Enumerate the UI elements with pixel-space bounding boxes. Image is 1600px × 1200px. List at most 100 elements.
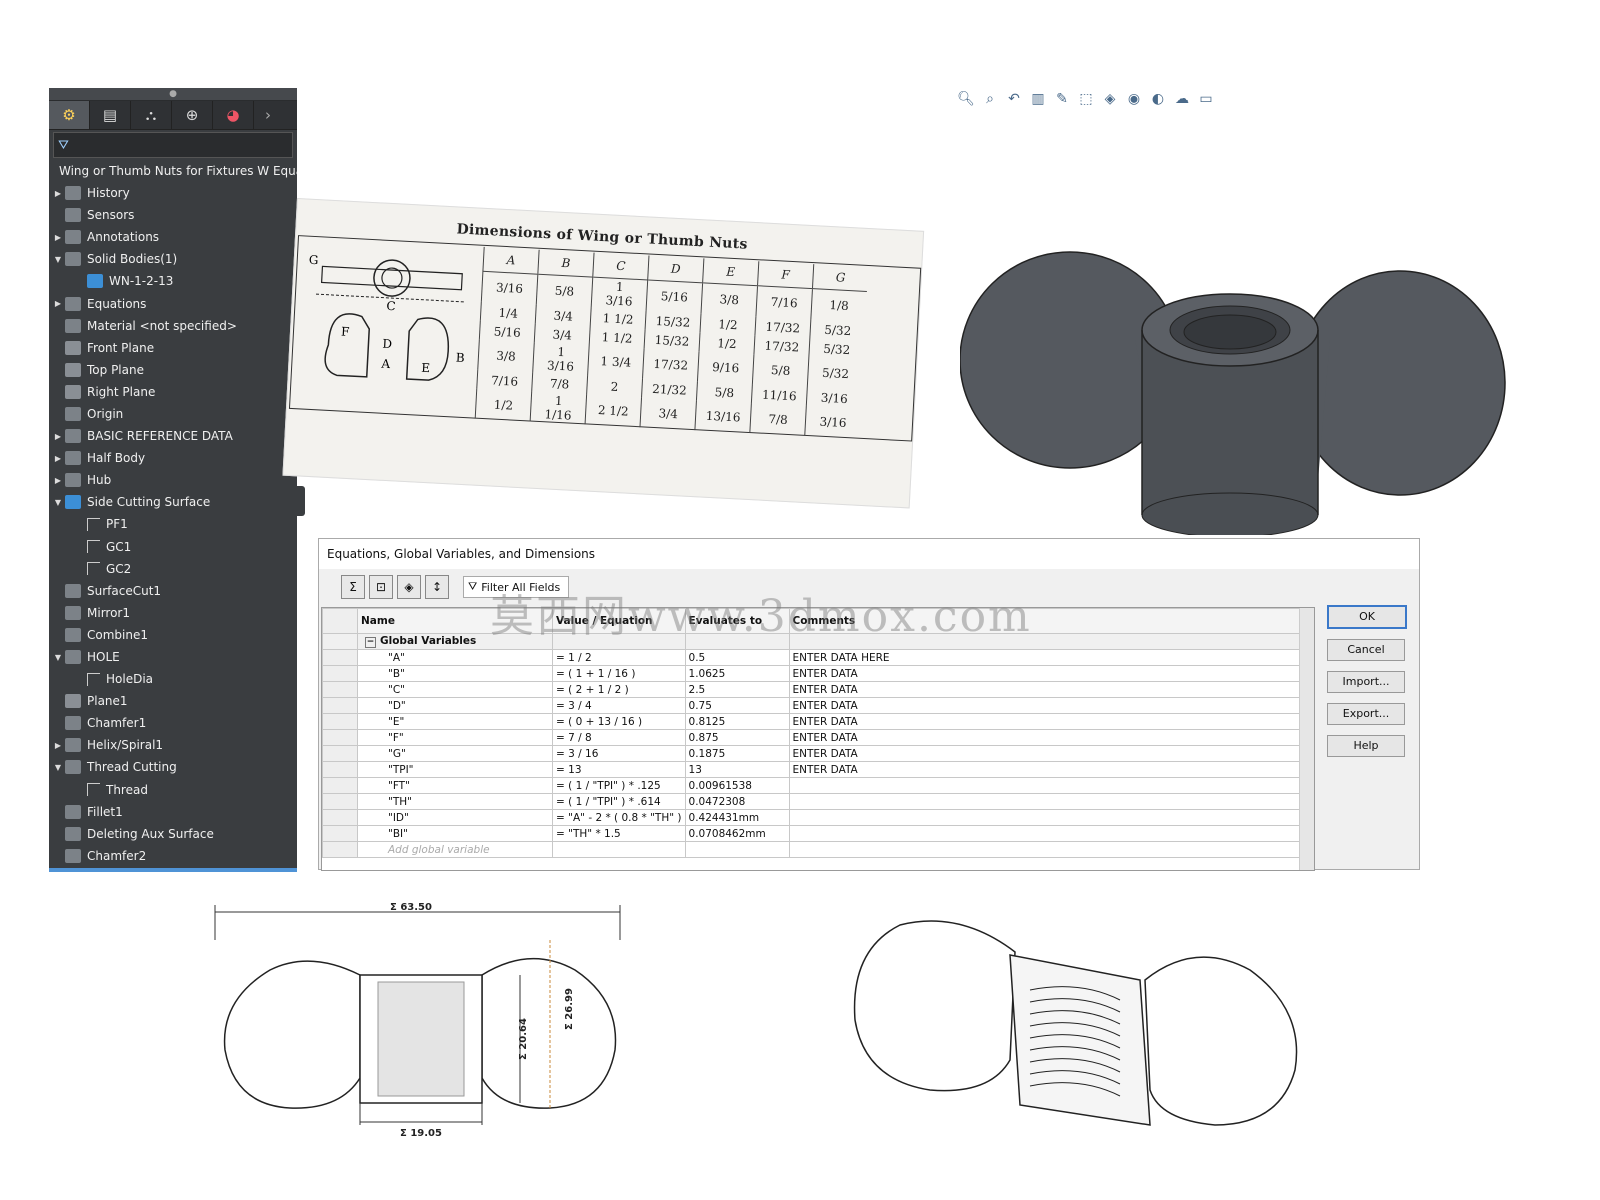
view-settings-icon[interactable]: ▭	[1197, 91, 1215, 107]
ordered-view-icon[interactable]: ↕	[425, 575, 449, 599]
expand-arrow-icon[interactable]: ▶	[51, 233, 65, 242]
equation-cell[interactable]: = ( 1 + 1 / 16 )	[552, 665, 686, 682]
variable-name-cell[interactable]: "C"	[357, 681, 553, 698]
variable-name-cell[interactable]: "A"	[357, 649, 553, 666]
expand-arrow-icon[interactable]: ▶	[51, 189, 65, 198]
equation-row[interactable]: "A" = 1 / 2 0.5 ENTER DATA HERE	[322, 649, 1314, 666]
comment-cell[interactable]: ENTER DATA	[788, 713, 1314, 730]
tree-item[interactable]: ▼ Solid Bodies(1)	[49, 248, 297, 270]
row-selector[interactable]	[322, 745, 358, 762]
configuration-tab-icon[interactable]: ⛬	[131, 101, 172, 129]
equation-row[interactable]: "FT" = ( 1 / "TPI" ) * .125 0.00961538	[322, 777, 1314, 794]
row-selector[interactable]	[322, 665, 358, 682]
previous-view-icon[interactable]: ↶	[1005, 91, 1023, 107]
collapse-arrow-icon[interactable]: ▼	[51, 255, 65, 264]
evaluates-cell[interactable]: 0.0708462mm	[684, 825, 790, 842]
equation-cell[interactable]: = ( 2 + 1 / 2 )	[552, 681, 686, 698]
zoom-to-area-icon[interactable]: ⌕	[981, 91, 999, 107]
grid-scrollbar[interactable]	[1299, 608, 1314, 870]
add-global-variable-input[interactable]: Add global variable	[357, 841, 553, 858]
equation-cell[interactable]: = 3 / 4	[552, 697, 686, 714]
import-button[interactable]: Import...	[1327, 671, 1405, 693]
variable-name-cell[interactable]: "TH"	[357, 793, 553, 810]
equation-cell[interactable]: = 7 / 8	[552, 729, 686, 746]
tree-item[interactable]: SurfaceCut1	[49, 580, 297, 602]
dynamic-annotation-icon[interactable]: ✎	[1053, 91, 1071, 107]
variable-name-cell[interactable]: "D"	[357, 697, 553, 714]
zoom-to-fit-icon[interactable]: 🔍︎	[957, 91, 975, 107]
evaluates-cell[interactable]: 0.875	[684, 729, 790, 746]
equation-row[interactable]: "D" = 3 / 4 0.75 ENTER DATA	[322, 697, 1314, 714]
row-selector[interactable]	[322, 825, 358, 842]
equation-row[interactable]: "C" = ( 2 + 1 / 2 ) 2.5 ENTER DATA	[322, 681, 1314, 698]
row-selector[interactable]	[322, 793, 358, 810]
comment-cell[interactable]: ENTER DATA	[788, 681, 1314, 698]
collapse-icon[interactable]: −	[365, 637, 376, 648]
export-button[interactable]: Export...	[1327, 703, 1405, 725]
expand-arrow-icon[interactable]: ▶	[51, 476, 65, 485]
row-selector[interactable]	[322, 761, 358, 778]
equation-cell[interactable]: = ( 1 / "TPI" ) * .614	[552, 793, 686, 810]
equation-row[interactable]: "BI" = "TH" * 1.5 0.0708462mm	[322, 825, 1314, 842]
variable-name-cell[interactable]: "BI"	[357, 825, 553, 842]
cancel-button[interactable]: Cancel	[1327, 639, 1405, 661]
evaluates-cell[interactable]: 2.5	[684, 681, 790, 698]
equation-cell[interactable]: = 13	[552, 761, 686, 778]
tree-item[interactable]: PF1	[49, 513, 297, 535]
evaluates-cell[interactable]: 0.0472308	[684, 793, 790, 810]
row-selector[interactable]	[322, 729, 358, 746]
comment-cell[interactable]	[788, 793, 1314, 810]
row-selector[interactable]	[322, 777, 358, 794]
equation-row[interactable]: "E" = ( 0 + 13 / 16 ) 0.8125 ENTER DATA	[322, 713, 1314, 730]
tree-item[interactable]: Plane1	[49, 690, 297, 712]
apply-scene-icon[interactable]: ☁	[1173, 91, 1191, 107]
tree-item[interactable]: ▶ Half Body	[49, 447, 297, 469]
sketch-equation-view-icon[interactable]: ⊡	[369, 575, 393, 599]
tree-item[interactable]: Sensors	[49, 204, 297, 226]
panel-collapse-handle[interactable]	[297, 486, 305, 516]
equation-cell[interactable]: = ( 1 / "TPI" ) * .125	[552, 777, 686, 794]
tree-item[interactable]: GC2	[49, 558, 297, 580]
panel-grip[interactable]: ●	[49, 88, 297, 101]
collapse-arrow-icon[interactable]: ▼	[51, 498, 65, 507]
expand-tabs-chevron-icon[interactable]: ›	[254, 101, 282, 129]
variable-name-cell[interactable]: "E"	[357, 713, 553, 730]
tree-item[interactable]: Mirror1	[49, 602, 297, 624]
comment-cell[interactable]: ENTER DATA	[788, 745, 1314, 762]
row-selector[interactable]	[322, 697, 358, 714]
expand-arrow-icon[interactable]: ▶	[51, 741, 65, 750]
equation-row[interactable]: "TPI" = 13 13 ENTER DATA	[322, 761, 1314, 778]
tree-item[interactable]: ▼ Thread Cutting	[49, 756, 297, 778]
variable-name-cell[interactable]: "G"	[357, 745, 553, 762]
tree-item[interactable]: GC1	[49, 536, 297, 558]
evaluates-cell[interactable]: 0.5	[684, 649, 790, 666]
evaluates-cell[interactable]: 0.00961538	[684, 777, 790, 794]
display-manager-tab-icon[interactable]: ◕	[213, 101, 254, 129]
expand-arrow-icon[interactable]: ▶	[51, 299, 65, 308]
row-selector[interactable]	[322, 681, 358, 698]
comment-cell[interactable]	[788, 809, 1314, 826]
tree-item[interactable]: HoleDia	[49, 668, 297, 690]
add-variable-row[interactable]: Add global variable	[322, 841, 1314, 858]
tree-item[interactable]: ▶ BASIC REFERENCE DATA	[49, 425, 297, 447]
tree-item[interactable]: ▶ Helix/Spiral1	[49, 734, 297, 756]
evaluates-cell[interactable]: 1.0625	[684, 665, 790, 682]
evaluates-cell[interactable]: 0.1875	[684, 745, 790, 762]
equation-row[interactable]: "F" = 7 / 8 0.875 ENTER DATA	[322, 729, 1314, 746]
equation-row[interactable]: "TH" = ( 1 / "TPI" ) * .614 0.0472308	[322, 793, 1314, 810]
tree-filter-input[interactable]: ⛛	[53, 132, 293, 158]
tree-item[interactable]: Thread	[49, 779, 297, 801]
tree-item[interactable]: ▶ Hub	[49, 469, 297, 491]
view-orientation-icon[interactable]: ⬚	[1077, 91, 1095, 107]
tree-item[interactable]: ▼ Side Cutting Surface	[49, 491, 297, 513]
section-view-icon[interactable]: ▥	[1029, 91, 1047, 107]
evaluates-cell[interactable]: 13	[684, 761, 790, 778]
equation-cell[interactable]: = ( 0 + 13 / 16 )	[552, 713, 686, 730]
tree-item[interactable]: Material <not specified>	[49, 315, 297, 337]
evaluates-cell[interactable]: 0.75	[684, 697, 790, 714]
evaluates-cell[interactable]: 0.424431mm	[684, 809, 790, 826]
equation-view-icon[interactable]: Σ	[341, 575, 365, 599]
tree-item[interactable]: Combine1	[49, 624, 297, 646]
tree-item[interactable]: Origin	[49, 403, 297, 425]
dimension-view-icon[interactable]: ◈	[397, 575, 421, 599]
